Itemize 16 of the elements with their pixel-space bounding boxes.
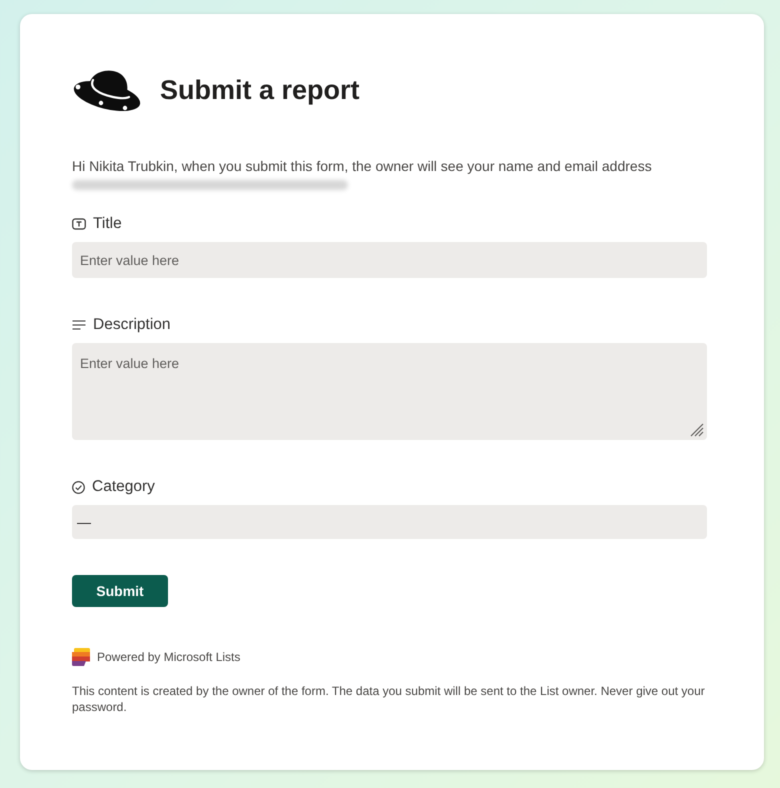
field-label: Category bbox=[92, 477, 155, 498]
resize-grip-icon[interactable] bbox=[690, 423, 704, 437]
field-label: Description bbox=[93, 315, 171, 336]
lists-logo-icon bbox=[72, 648, 90, 666]
lines-icon bbox=[72, 320, 86, 330]
footer-notice: This content is created by the owner of the form. The data you submit will be sent to the List owner. Never give out your password. bbox=[72, 683, 706, 715]
powered-by-text: Powered by Microsoft Lists bbox=[97, 649, 240, 666]
category-dropdown[interactable]: — bbox=[72, 505, 707, 539]
intro-text: Hi Nikita Trubkin, when you submit this form, the owner will see your name and email address bbox=[72, 157, 652, 176]
form-title: Submit a report bbox=[160, 74, 360, 107]
submit-button[interactable]: Submit bbox=[72, 575, 168, 607]
check-circle-icon bbox=[72, 480, 85, 494]
title-input[interactable]: Enter value here bbox=[72, 242, 707, 278]
field-label: Title bbox=[93, 214, 122, 234]
text-field-icon bbox=[72, 218, 86, 230]
description-textarea[interactable]: Enter value here bbox=[72, 343, 707, 440]
